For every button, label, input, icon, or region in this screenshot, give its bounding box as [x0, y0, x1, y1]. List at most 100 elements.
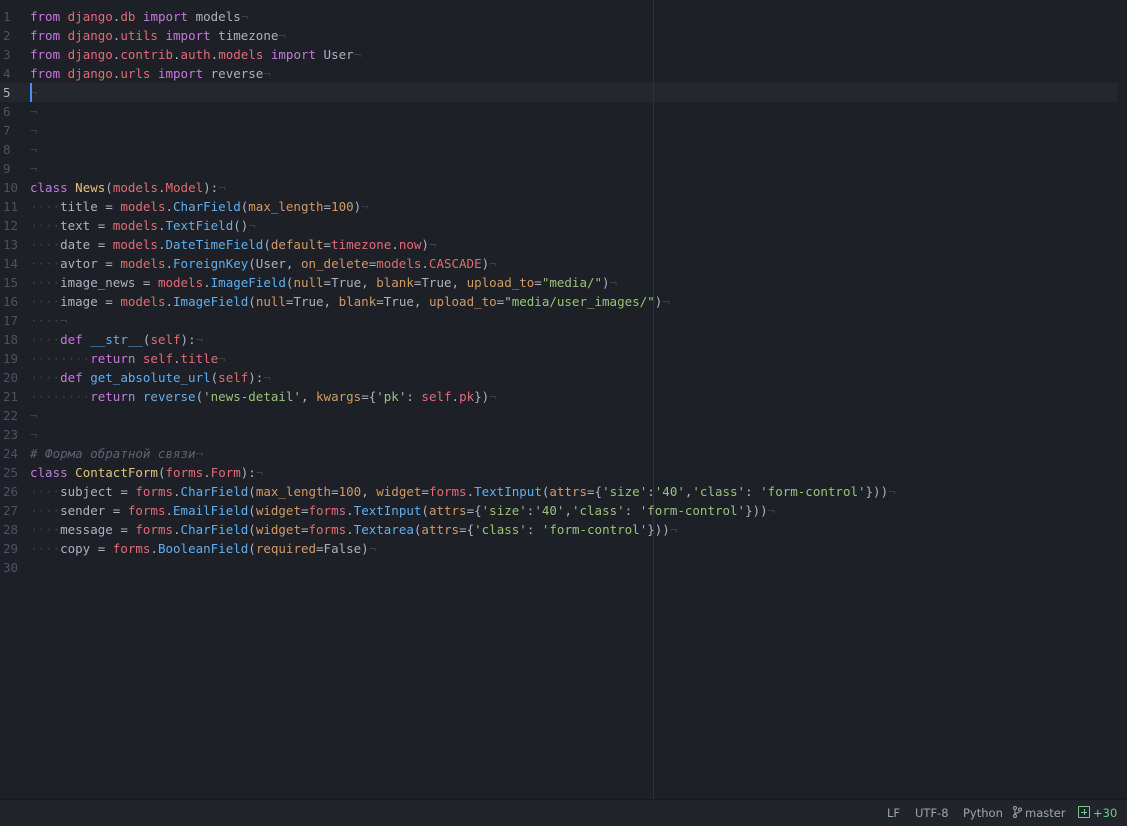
- code-line[interactable]: ····sender = forms.EmailField(widget=for…: [30, 501, 1117, 520]
- code-token-cls: ContactForm: [75, 465, 158, 480]
- line-number[interactable]: 20: [0, 368, 26, 387]
- code-line[interactable]: ¬: [30, 425, 1117, 444]
- code-token-ws: ····: [30, 199, 61, 214]
- code-token-fn: reverse: [142, 389, 196, 404]
- line-number[interactable]: 13: [0, 235, 26, 254]
- code-line[interactable]: ····subject = forms.CharField(max_length…: [30, 482, 1117, 501]
- line-number[interactable]: 21: [0, 387, 26, 406]
- line-number[interactable]: 29: [0, 539, 26, 558]
- line-ending-indicator[interactable]: LF: [887, 800, 900, 826]
- line-number[interactable]: 17: [0, 311, 26, 330]
- end-of-line-marker: ¬: [255, 465, 264, 480]
- encoding-indicator[interactable]: UTF-8: [915, 800, 949, 826]
- end-of-line-marker: ¬: [30, 408, 38, 423]
- line-number[interactable]: 27: [0, 501, 26, 520]
- line-number[interactable]: 30: [0, 558, 26, 577]
- code-line[interactable]: class News(models.Model):¬: [30, 178, 1117, 197]
- code-line[interactable]: # Форма обратной связи¬: [30, 444, 1117, 463]
- code-editor[interactable]: 1 2 3 4 5 6 7 8 9 10 11 12 13 14 15 16 17 18 19 20 21 22 23 24 2…: [0, 0, 1127, 799]
- line-number[interactable]: 16: [0, 292, 26, 311]
- code-line[interactable]: ¬: [30, 159, 1117, 178]
- code-line[interactable]: ····message = forms.CharField(widget=for…: [30, 520, 1117, 539]
- code-token-plain: (User,: [248, 256, 301, 271]
- code-line[interactable]: ····copy = forms.BooleanField(required=F…: [30, 539, 1117, 558]
- code-token-ws: ····: [30, 503, 61, 518]
- code-token-mod: forms: [165, 465, 204, 480]
- code-token-mod: models: [157, 275, 204, 290]
- code-token-plain: (: [195, 389, 204, 404]
- line-number[interactable]: 10: [0, 178, 26, 197]
- code-text-area[interactable]: from django.db import models¬ from django…: [30, 7, 1117, 577]
- grammar-selector[interactable]: Python: [963, 800, 1003, 826]
- end-of-line-marker: ¬: [218, 180, 226, 195]
- code-line[interactable]: ¬: [30, 102, 1117, 121]
- code-line[interactable]: ¬: [30, 406, 1117, 425]
- code-token-plain: image =: [60, 294, 121, 309]
- code-token-mod: CASCADE: [428, 256, 482, 271]
- line-number[interactable]: 28: [0, 520, 26, 539]
- code-line[interactable]: ····¬: [30, 311, 1117, 330]
- line-number[interactable]: 2: [0, 26, 26, 45]
- code-line[interactable]: from django.contrib.auth.models import U…: [30, 45, 1117, 64]
- line-number[interactable]: 8: [0, 140, 26, 159]
- line-number[interactable]: 12: [0, 216, 26, 235]
- code-token-str: 'size': [481, 503, 527, 518]
- line-number[interactable]: 24: [0, 444, 26, 463]
- line-number[interactable]: 23: [0, 425, 26, 444]
- line-number[interactable]: 25: [0, 463, 26, 482]
- code-line[interactable]: from django.urls import reverse¬: [30, 64, 1117, 83]
- code-token-plain: (: [248, 522, 256, 537]
- end-of-line-marker: ¬: [767, 503, 776, 518]
- code-line[interactable]: ····def __str__(self):¬: [30, 330, 1117, 349]
- end-of-line-marker: ¬: [30, 161, 38, 176]
- code-token-mod: models: [112, 180, 158, 195]
- code-token-plain: :: [406, 389, 422, 404]
- line-number[interactable]: 3: [0, 45, 26, 64]
- code-token-plain: .: [173, 47, 181, 62]
- code-line[interactable]: [30, 558, 1117, 577]
- line-number[interactable]: 14: [0, 254, 26, 273]
- code-token-param: attrs: [549, 484, 588, 499]
- line-number[interactable]: 5: [0, 83, 26, 102]
- code-token-param: widget: [255, 522, 301, 537]
- line-number[interactable]: 15: [0, 273, 26, 292]
- code-line[interactable]: ····date = models. DateTimeField(default=…: [30, 235, 1117, 254]
- git-branch[interactable]: master: [1013, 800, 1066, 826]
- line-number[interactable]: 7: [0, 121, 26, 140]
- code-token-plain: .: [165, 503, 174, 518]
- code-token-param: null: [255, 294, 286, 309]
- line-number-gutter[interactable]: 1 2 3 4 5 6 7 8 9 10 11 12 13 14 15 16 17 18 19 20 21 22 23 24 2…: [0, 7, 26, 577]
- line-number[interactable]: 11: [0, 197, 26, 216]
- git-changes[interactable]: +30: [1078, 800, 1117, 826]
- code-line[interactable]: from django.db import models¬: [30, 7, 1117, 26]
- line-number[interactable]: 19: [0, 349, 26, 368]
- code-line[interactable]: ····image = models.ImageField(null=True,…: [30, 292, 1117, 311]
- line-number[interactable]: 26: [0, 482, 26, 501]
- end-of-line-marker: ¬: [263, 370, 271, 385]
- line-number[interactable]: 22: [0, 406, 26, 425]
- code-line[interactable]: ····def get_absolute_url(self):¬: [30, 368, 1117, 387]
- code-line[interactable]: ····title = models.CharField(max_length=…: [30, 197, 1117, 216]
- code-token-plain: User: [316, 47, 354, 62]
- code-line[interactable]: ¬: [30, 121, 1117, 140]
- code-line[interactable]: ····avtor = models.ForeignKey(User, on_d…: [30, 254, 1117, 273]
- code-line[interactable]: ····image_news = models.ImageField(null=…: [30, 273, 1117, 292]
- code-line[interactable]: ········return self.title¬: [30, 349, 1117, 368]
- code-line[interactable]: ········return reverse('news-detail', kw…: [30, 387, 1117, 406]
- line-number[interactable]: 9: [0, 159, 26, 178]
- code-token-param: max_length: [248, 199, 324, 214]
- code-token-plain: =False): [316, 541, 369, 556]
- code-line[interactable]: ¬: [30, 140, 1117, 159]
- code-line[interactable]: from django.utils import timezone¬: [30, 26, 1117, 45]
- code-line[interactable]: ¬: [30, 83, 1117, 102]
- end-of-line-marker: ¬: [353, 47, 362, 62]
- line-number[interactable]: 4: [0, 64, 26, 83]
- code-line[interactable]: class ContactForm(forms.Form):¬: [30, 463, 1117, 482]
- line-number[interactable]: 18: [0, 330, 26, 349]
- code-line[interactable]: ····text = models.TextField()¬: [30, 216, 1117, 235]
- line-number[interactable]: 6: [0, 102, 26, 121]
- code-token-ws: ····: [30, 522, 61, 537]
- code-token-plain: =: [323, 199, 332, 214]
- line-number[interactable]: 1: [0, 7, 26, 26]
